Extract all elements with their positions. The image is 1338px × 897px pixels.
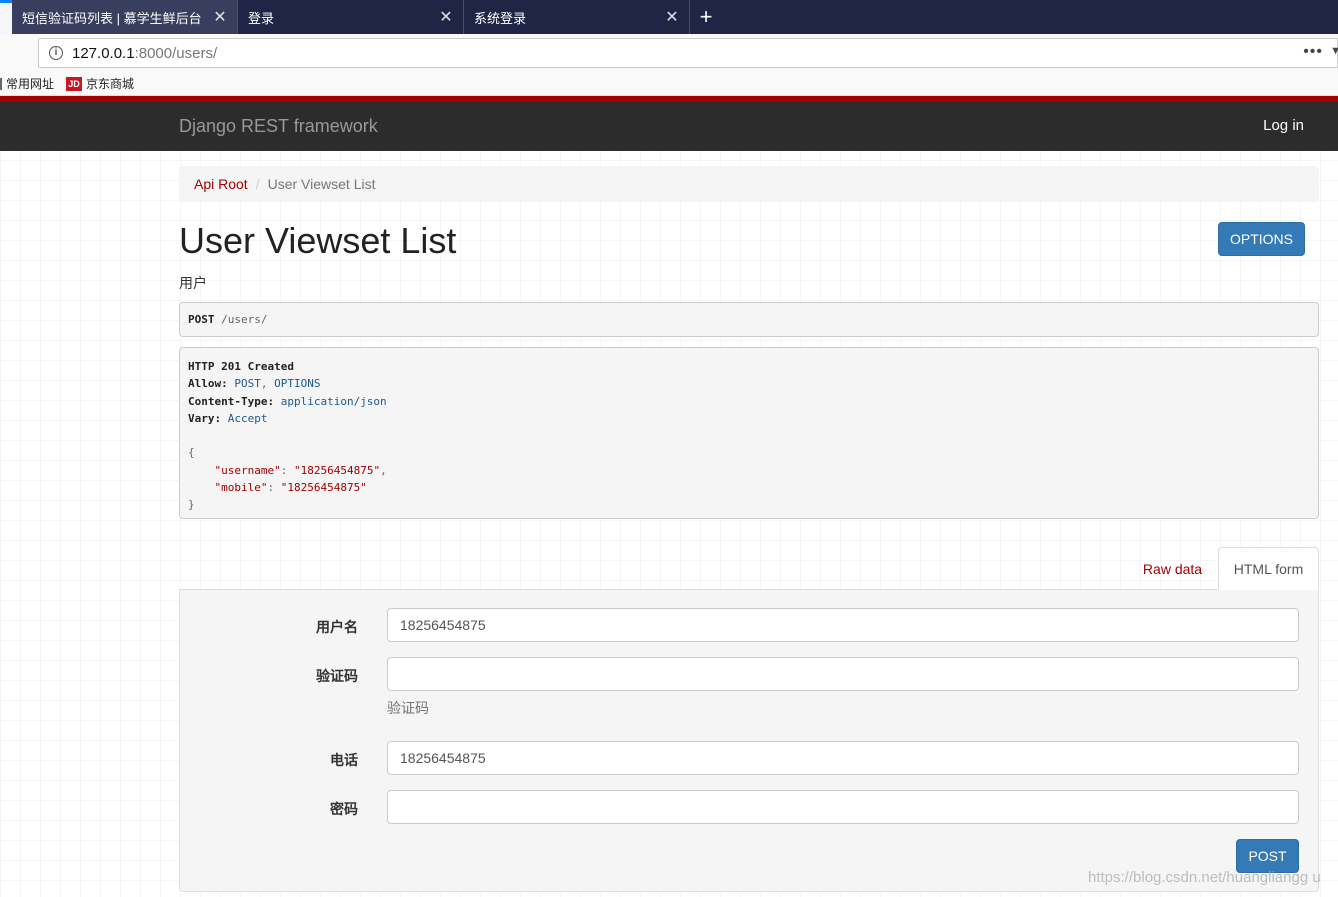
request-path: /users/ (221, 313, 268, 326)
close-icon[interactable]: ✕ (203, 7, 237, 27)
browser-tab-bar: 短信验证码列表 | 慕学生鲜后台 ✕ 登录 ✕ 系统登录 ✕ + (0, 0, 1338, 34)
chevron-down-icon[interactable]: ▼ (1330, 45, 1338, 57)
browser-tab-system-login[interactable]: 系统登录 ✕ (464, 0, 690, 34)
code-help-text: 验证码 (387, 700, 429, 716)
login-link[interactable]: Log in (1263, 117, 1304, 134)
request-method: POST (188, 313, 215, 326)
header-value[interactable]: POST (234, 377, 261, 390)
tab-edge (0, 0, 12, 34)
code-label: 验证码 (316, 668, 358, 684)
json-open-brace: { (188, 446, 195, 460)
header-key: Content-Type: (188, 394, 275, 408)
post-button[interactable]: POST (1236, 839, 1299, 873)
url-host: 127.0.0.1 (72, 44, 135, 62)
json-key: "username" (214, 463, 281, 477)
folder-icon (0, 77, 2, 90)
browser-tab-sms-list[interactable]: 短信验证码列表 | 慕学生鲜后台 ✕ (12, 0, 238, 34)
header-value[interactable]: OPTIONS (274, 377, 320, 390)
url-path: :8000/users/ (134, 44, 218, 62)
page-title: User Viewset List (179, 220, 457, 261)
close-icon[interactable]: ✕ (429, 7, 463, 27)
post-form: 用户名 18256454875 验证码 验证码 电话 18256454875 密… (179, 589, 1319, 892)
page-actions-more-icon[interactable]: ••• (1303, 43, 1323, 61)
header-separator: , (260, 377, 275, 391)
jd-logo-icon: JD (66, 76, 83, 91)
header-key: Allow: (188, 377, 228, 391)
json-value: "18256454875" (280, 481, 367, 495)
info-icon[interactable]: i (49, 46, 63, 60)
tab-edge-accent (0, 0, 12, 3)
response-status: HTTP 201 Created (188, 360, 294, 373)
password-label: 密码 (330, 801, 358, 817)
bookmark-jd[interactable]: JD 京东商城 (66, 75, 134, 92)
response-info: HTTP 201 Created Allow: POST, OPTIONS Co… (179, 347, 1319, 519)
bookmark-label: 京东商城 (86, 77, 135, 91)
watermark: https://blog.csdn.net/huangliangg u (1088, 869, 1321, 886)
tab-title: 系统登录 (474, 10, 527, 26)
json-key: "mobile" (214, 481, 268, 495)
header-value[interactable]: Accept (228, 412, 268, 425)
username-label: 用户名 (316, 619, 358, 635)
mobile-label: 电话 (330, 752, 358, 768)
options-button[interactable]: OPTIONS (1218, 222, 1305, 256)
tab-title: 登录 (248, 10, 275, 26)
breadcrumb-api-root[interactable]: Api Root (194, 176, 248, 192)
tab-raw-data[interactable]: Raw data (1130, 549, 1215, 589)
code-input[interactable] (387, 657, 1299, 691)
header-value[interactable]: application/json (281, 395, 387, 408)
json-value: "18256454875" (293, 463, 381, 477)
breadcrumb: Api Root / User Viewset List (179, 166, 1319, 202)
new-tab-plus-icon[interactable]: + (692, 0, 720, 34)
browser-tab-login[interactable]: 登录 ✕ (238, 0, 464, 34)
breadcrumb-separator: / (255, 176, 260, 192)
close-icon[interactable]: ✕ (655, 7, 689, 27)
tab-title: 短信验证码列表 | 慕学生鲜后台 (22, 10, 202, 26)
header-key: Vary: (188, 411, 222, 425)
bookmark-common-sites[interactable]: 常用网址 (0, 75, 54, 92)
json-comma: , (380, 463, 387, 477)
mobile-input[interactable]: 18256454875 (387, 741, 1299, 775)
view-description: 用户 (179, 275, 207, 291)
browser-nav-bar: i 127.0.0.1:8000/users/ ••• ▼ (0, 34, 1338, 72)
bookmarks-bar: 常用网址 JD 京东商城 (0, 72, 1338, 96)
json-close-brace: } (188, 498, 195, 512)
brand-link[interactable]: Django REST framework (179, 116, 378, 137)
bookmark-label: 常用网址 (6, 77, 55, 91)
drf-navbar: Django REST framework Log in (0, 101, 1338, 151)
password-input[interactable] (387, 790, 1299, 824)
username-input[interactable]: 18256454875 (387, 608, 1299, 642)
request-info: POST /users/ (179, 302, 1319, 337)
tab-html-form[interactable]: HTML form (1218, 547, 1319, 590)
url-bar[interactable]: i 127.0.0.1:8000/users/ ••• ▼ (38, 38, 1338, 68)
breadcrumb-current: User Viewset List (267, 176, 376, 192)
